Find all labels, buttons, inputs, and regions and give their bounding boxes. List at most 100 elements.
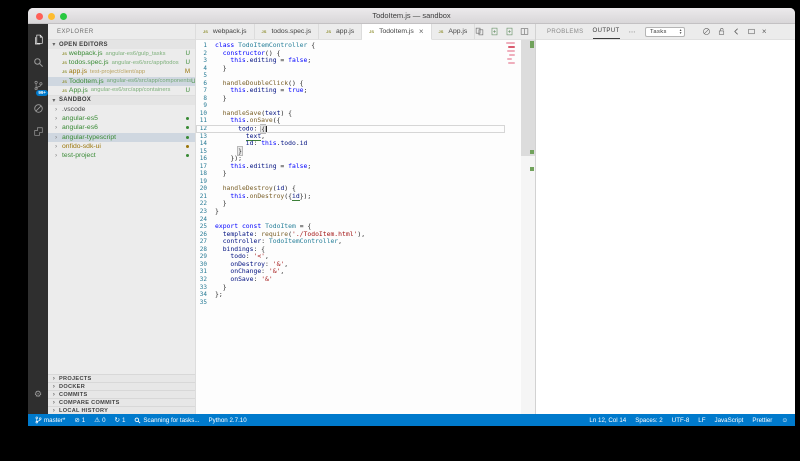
tree-item[interactable]: › angular-typescript xyxy=(48,132,195,142)
line-number[interactable]: 5 xyxy=(196,72,210,80)
code-line[interactable]: 23} xyxy=(196,207,505,216)
line-number[interactable]: 15 xyxy=(196,148,210,156)
extensions-activity-button[interactable] xyxy=(28,120,48,143)
panel-tab-output[interactable]: OUTPUT xyxy=(592,24,620,39)
line-number[interactable]: 23 xyxy=(196,208,210,216)
sidebar-section-projects[interactable]: › PROJECTS xyxy=(48,374,195,382)
line-number[interactable]: 11 xyxy=(196,117,210,125)
code-line[interactable]: 22 } xyxy=(196,200,505,208)
status-git-branch[interactable]: master* xyxy=(35,416,65,424)
maximize-icon[interactable] xyxy=(747,27,756,36)
line-number[interactable]: 9 xyxy=(196,102,210,110)
code-line[interactable]: 33 } xyxy=(196,283,505,292)
open-editor-item[interactable]: JS App.js angular-es6/src/app/containers U xyxy=(48,86,195,95)
unlock-icon[interactable] xyxy=(717,27,726,36)
code-line[interactable]: 14 id: this.todo.id xyxy=(196,139,505,148)
line-number[interactable]: 27 xyxy=(196,238,210,246)
settings-button[interactable]: ⚙ xyxy=(34,389,42,400)
line-number[interactable]: 30 xyxy=(196,261,210,269)
status-cursor-position[interactable]: Ln 12, Col 14 xyxy=(589,417,626,424)
tab-app.js[interactable]: JS app.js xyxy=(319,24,363,39)
open-editor-item[interactable]: JS app.js test-project/client/app M xyxy=(48,67,195,76)
tree-item[interactable]: › test-project xyxy=(48,151,195,160)
line-number[interactable]: 20 xyxy=(196,185,210,193)
line-number[interactable]: 25 xyxy=(196,223,210,231)
line-number[interactable]: 35 xyxy=(196,299,210,307)
sidebar-section-commits[interactable]: › COMMITS xyxy=(48,390,195,398)
split-editor-icon[interactable] xyxy=(520,27,529,36)
sidebar-section-compare-commits[interactable]: › COMPARE COMMITS xyxy=(48,398,195,406)
status-encoding[interactable]: UTF-8 xyxy=(672,417,690,424)
line-number[interactable]: 22 xyxy=(196,200,210,208)
output-channel-select[interactable]: Tasks ▴ ▾ xyxy=(645,26,685,37)
tree-item[interactable]: › angular-es5 xyxy=(48,114,195,123)
code-line[interactable]: 8 } xyxy=(196,94,505,103)
line-number[interactable]: 28 xyxy=(196,246,210,254)
line-number[interactable]: 7 xyxy=(196,87,210,95)
line-number[interactable]: 2 xyxy=(196,50,210,58)
minimize-window-button[interactable] xyxy=(48,13,55,20)
collapse-icon[interactable] xyxy=(732,27,741,36)
code-line[interactable]: 32 onSave: '&' xyxy=(196,275,505,284)
panel-tab-problems[interactable]: PROBLEMS xyxy=(547,24,584,39)
line-number[interactable]: 19 xyxy=(196,178,210,186)
status-errors[interactable]: ⊘ 1 xyxy=(74,416,85,425)
line-number[interactable]: 13 xyxy=(196,133,210,141)
code-line[interactable]: 35 xyxy=(196,299,505,307)
line-number[interactable]: 34 xyxy=(196,291,210,299)
status-indentation[interactable]: Spaces: 2 xyxy=(635,417,663,424)
code-line[interactable]: 34}; xyxy=(196,290,505,299)
compare-icon[interactable] xyxy=(475,27,484,36)
overview-ruler[interactable] xyxy=(521,40,535,414)
tree-item[interactable]: › .vscode xyxy=(48,105,195,114)
status-warnings[interactable]: ⚠ 0 xyxy=(94,416,105,425)
open-preview-icon[interactable] xyxy=(505,27,514,36)
tree-item[interactable]: › angular-es6 xyxy=(48,123,195,132)
line-number[interactable]: 21 xyxy=(196,193,210,201)
line-number[interactable]: 12 xyxy=(196,125,210,133)
code-line[interactable]: 18 } xyxy=(196,170,505,178)
status-eol[interactable]: LF xyxy=(698,417,705,424)
status-language-mode[interactable]: JavaScript xyxy=(715,417,744,424)
open-editor-item[interactable]: JS todos.spec.js angular-es6/src/app/todos… xyxy=(48,58,195,67)
line-number[interactable]: 29 xyxy=(196,253,210,261)
debug-activity-button[interactable] xyxy=(28,97,48,120)
line-number[interactable]: 6 xyxy=(196,80,210,88)
code-line[interactable]: 4 } xyxy=(196,64,505,73)
line-number[interactable]: 31 xyxy=(196,268,210,276)
line-number[interactable]: 18 xyxy=(196,170,210,178)
code-line[interactable]: 7 this.editing = true; xyxy=(196,87,505,95)
zoom-window-button[interactable] xyxy=(60,13,67,20)
line-number[interactable]: 24 xyxy=(196,216,210,224)
line-number[interactable]: 17 xyxy=(196,163,210,171)
line-number[interactable]: 3 xyxy=(196,57,210,65)
sidebar-section-local-history[interactable]: › LOCAL HISTORY xyxy=(48,406,195,414)
status-feedback[interactable]: ☺ xyxy=(781,417,788,424)
line-number[interactable]: 14 xyxy=(196,140,210,148)
tab-webpack.js[interactable]: JS webpack.js xyxy=(196,24,255,39)
workspace-header[interactable]: ▾ SANDBOX xyxy=(48,94,195,105)
line-number[interactable]: 33 xyxy=(196,284,210,292)
source-control-activity-button[interactable]: 99+ xyxy=(28,74,48,97)
open-editor-item[interactable]: JS TodoItem.js angular-es6/src/app/compone… xyxy=(48,76,195,86)
clear-output-icon[interactable] xyxy=(702,27,711,36)
close-window-button[interactable] xyxy=(36,13,43,20)
status-python-version[interactable]: Python 2.7.10 xyxy=(208,417,246,424)
open-changes-icon[interactable] xyxy=(490,27,499,36)
minimap[interactable] xyxy=(504,40,519,414)
tab-TodoItem.js[interactable]: JS TodoItem.js × xyxy=(362,24,432,40)
more-actions-icon[interactable]: ⋯ xyxy=(629,28,636,36)
status-tasks[interactable]: Scanning for tasks... xyxy=(134,417,199,424)
line-number[interactable]: 32 xyxy=(196,276,210,284)
open-editor-item[interactable]: JS webpack.js angular-es6/gulp_tasks U xyxy=(48,49,195,58)
tree-item[interactable]: › onfido-sdk-ui xyxy=(48,142,195,151)
line-number[interactable]: 16 xyxy=(196,155,210,163)
code-line[interactable]: 3 this.editing = false; xyxy=(196,56,505,65)
files-activity-button[interactable] xyxy=(28,28,48,51)
line-number[interactable]: 4 xyxy=(196,65,210,73)
code-line[interactable]: 17 this.editing = false; xyxy=(196,162,505,171)
tab-App.js[interactable]: JS App.js xyxy=(431,24,476,39)
line-number[interactable]: 8 xyxy=(196,95,210,103)
status-formatter[interactable]: Prettier xyxy=(752,417,772,424)
line-number[interactable]: 26 xyxy=(196,231,210,239)
